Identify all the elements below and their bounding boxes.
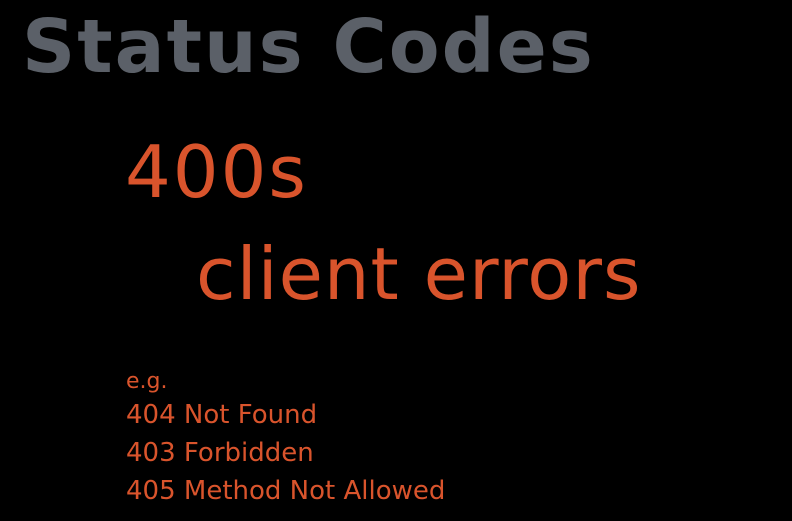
slide: Status Codes 400s client errors e.g. 404… [0,0,792,521]
example-item: 405 Method Not Allowed [126,476,446,506]
code-range-heading: 400s [125,130,308,214]
category-heading: client errors [196,232,642,316]
examples-list: e.g. 404 Not Found 403 Forbidden 405 Met… [126,368,445,510]
examples-label: e.g. [126,369,168,394]
example-item: 404 Not Found [126,400,318,430]
slide-title: Status Codes [22,4,595,90]
example-item: 403 Forbidden [126,438,314,468]
